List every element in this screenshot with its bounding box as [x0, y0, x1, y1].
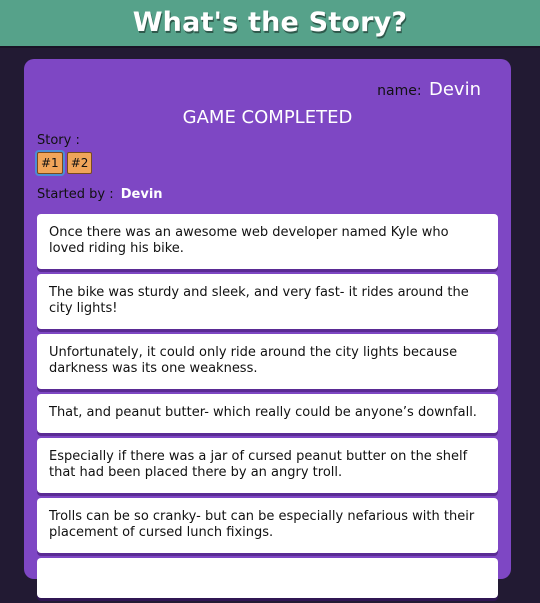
story-entry: Especially if there was a jar of cursed … — [37, 438, 498, 493]
story-entry: Unfortunately, it could only ride around… — [37, 334, 498, 389]
started-by-label: Started by : — [37, 187, 114, 202]
story-entry: The bike was sturdy and sleek, and very … — [37, 274, 498, 329]
story-entry: Trolls can be so cranky- but can be espe… — [37, 498, 498, 553]
name-value: Devin — [429, 79, 481, 100]
app-title: What's the Story? — [132, 7, 408, 38]
story-button-2[interactable]: #2 — [66, 152, 93, 174]
story-entry — [37, 558, 498, 598]
started-by: Started by : Devin — [37, 187, 163, 202]
player-name: name: Devin — [377, 79, 481, 100]
story-entry: Once there was an awesome web developer … — [37, 214, 498, 269]
story-selector: #1 #2 — [37, 152, 93, 174]
name-label: name: — [377, 83, 422, 99]
started-by-name: Devin — [120, 187, 163, 202]
game-status: GAME COMPLETED — [182, 107, 353, 128]
story-entry: That, and peanut butter- which really co… — [37, 394, 498, 433]
story-entries: Once there was an awesome web developer … — [37, 214, 498, 603]
app-header: What's the Story? — [0, 0, 540, 46]
story-button-1[interactable]: #1 — [37, 152, 63, 174]
story-label: Story : — [37, 133, 80, 148]
game-card: name: Devin GAME COMPLETED Story : #1 #2… — [24, 59, 511, 598]
